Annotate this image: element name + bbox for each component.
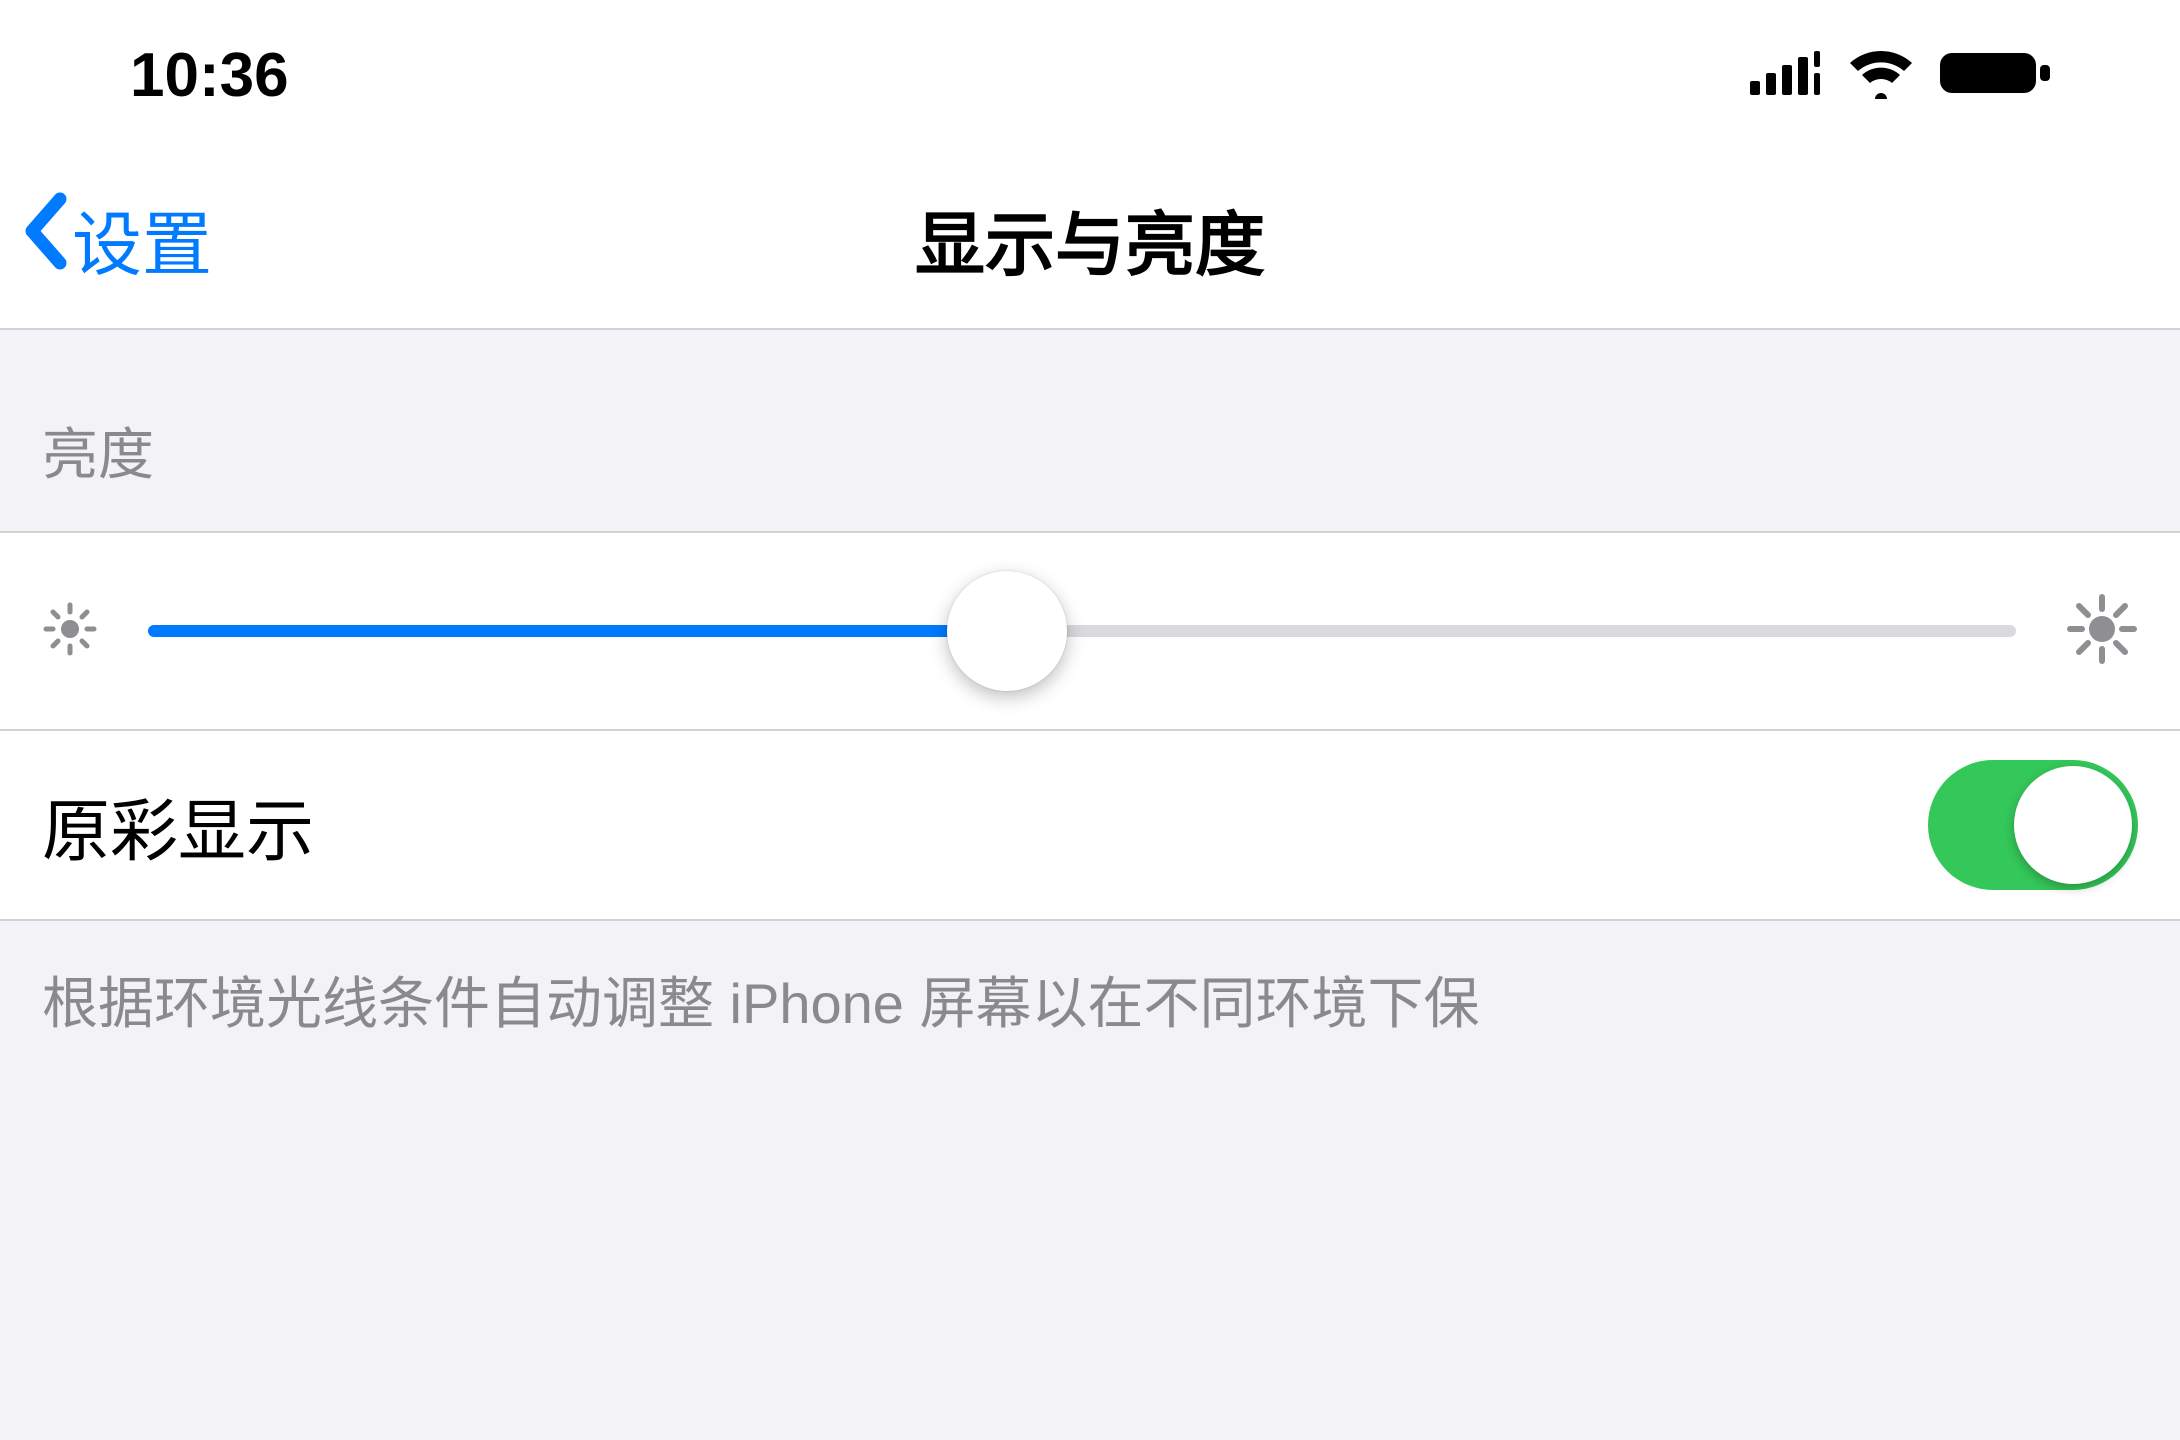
back-button[interactable]: 设置 (20, 189, 212, 290)
toggle-knob (2014, 766, 2132, 884)
slider-fill (148, 625, 1007, 637)
chevron-left-icon (20, 191, 72, 287)
back-label: 设置 (72, 189, 212, 290)
true-tone-toggle[interactable] (1928, 760, 2138, 890)
slider-thumb[interactable] (947, 571, 1067, 691)
battery-icon (1940, 49, 2050, 102)
cellular-icon (1750, 51, 1822, 100)
brightness-slider-row (0, 531, 2180, 731)
status-bar: 10:36 (0, 0, 2180, 150)
true-tone-footer: 根据环境光线条件自动调整 iPhone 屏幕以在不同环境下保 (0, 921, 2180, 1078)
wifi-icon (1846, 47, 1916, 104)
true-tone-row: 原彩显示 (0, 731, 2180, 921)
nav-bar: 设置 显示与亮度 (0, 150, 2180, 330)
brightness-low-icon (42, 601, 98, 662)
brightness-slider[interactable] (148, 571, 2016, 691)
status-indicators (1750, 47, 2050, 104)
status-time: 10:36 (130, 40, 289, 111)
brightness-high-icon (2066, 593, 2138, 670)
true-tone-label: 原彩显示 (42, 776, 314, 875)
page-title: 显示与亮度 (915, 189, 1265, 290)
brightness-section-header: 亮度 (0, 330, 2180, 531)
